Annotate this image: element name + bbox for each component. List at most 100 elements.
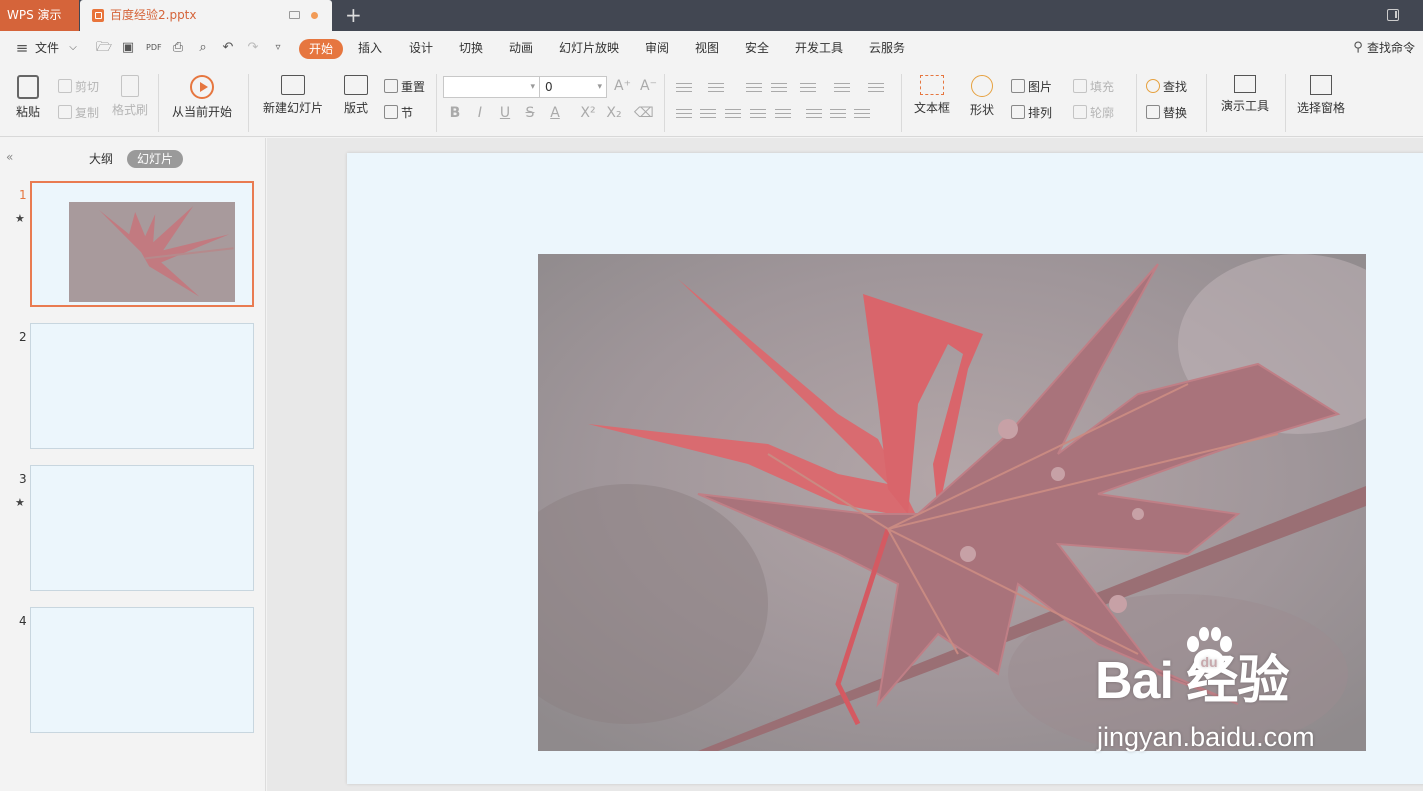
smart-art-icon[interactable] xyxy=(868,80,884,94)
reset-icon xyxy=(384,79,398,93)
format-painter-button[interactable]: 格式刷 xyxy=(108,66,152,118)
slide-thumbnail-2[interactable] xyxy=(30,323,254,449)
text-box-button[interactable]: 文本框 xyxy=(909,66,955,116)
fill-button[interactable]: 填充 xyxy=(1073,78,1114,96)
numbering-icon[interactable] xyxy=(708,80,724,94)
tab-outline[interactable]: 大纲 xyxy=(89,150,113,167)
outline-button[interactable]: 轮廓 xyxy=(1073,104,1114,122)
new-slide-button[interactable]: 新建幻灯片 xyxy=(257,66,329,116)
layout-button[interactable]: 版式 xyxy=(338,66,374,116)
monitor-icon xyxy=(1234,75,1256,93)
increase-indent-icon[interactable] xyxy=(771,80,787,94)
replace-icon xyxy=(1146,105,1160,119)
tab-developer[interactable]: 开发工具 xyxy=(795,31,843,66)
window-layout-icon[interactable] xyxy=(1387,9,1399,21)
cut-button[interactable]: 剪切 xyxy=(58,78,99,96)
tab-review[interactable]: 审阅 xyxy=(645,31,669,66)
selection-pane-button[interactable]: 选择窗格 xyxy=(1293,66,1349,116)
save-icon[interactable]: ▣ xyxy=(121,41,135,55)
screen-icon[interactable] xyxy=(289,11,300,19)
shape-icon xyxy=(971,75,993,97)
file-menu[interactable]: 文件 xyxy=(35,31,59,66)
print-icon[interactable]: ⎙ xyxy=(171,41,185,55)
presentation-tools-button[interactable]: 演示工具 xyxy=(1214,66,1276,114)
paragraph-spacing-icon[interactable] xyxy=(830,106,846,120)
slide-thumbnail-4[interactable] xyxy=(30,607,254,733)
slide-thumbnail-3[interactable] xyxy=(30,465,254,591)
font-color-icon[interactable]: A xyxy=(547,105,563,121)
tab-animation[interactable]: 动画 xyxy=(509,31,533,66)
slide-thumbnail-1[interactable] xyxy=(30,181,254,307)
increase-font-icon[interactable]: A⁺ xyxy=(614,78,631,94)
slide-number: 2 xyxy=(19,330,27,344)
superscript-icon[interactable]: X² xyxy=(580,105,596,121)
subscript-icon[interactable]: X₂ xyxy=(606,105,622,121)
chevron-down-icon[interactable]: ⌵ xyxy=(66,41,80,55)
text-direction-icon[interactable] xyxy=(800,80,816,94)
decrease-font-icon[interactable]: A⁻ xyxy=(640,78,657,94)
search-icon[interactable]: ⚲ xyxy=(1351,41,1365,55)
tab-view[interactable]: 视图 xyxy=(695,31,719,66)
ribbon-separator xyxy=(664,74,665,132)
bullets-icon[interactable] xyxy=(676,80,692,94)
export-pdf-icon[interactable]: PDF xyxy=(146,41,162,55)
tab-transitions[interactable]: 切换 xyxy=(459,31,483,66)
reset-button[interactable]: 重置 xyxy=(384,78,425,96)
fill-bucket-icon xyxy=(1073,79,1087,93)
tab-cloud-services[interactable]: 云服务 xyxy=(869,31,905,66)
slide-thumbnail-panel: « 大纲 幻灯片 1 ★ 2 3 ★ 4 xyxy=(0,138,266,791)
tab-security[interactable]: 安全 xyxy=(745,31,769,66)
layout-icon xyxy=(344,75,368,95)
document-tab[interactable]: 百度经验2.pptx xyxy=(80,0,332,31)
presentation-file-icon xyxy=(92,9,104,22)
tab-insert[interactable]: 插入 xyxy=(358,31,382,66)
align-left-icon[interactable] xyxy=(676,106,692,120)
tab-start[interactable]: 开始 xyxy=(299,39,343,59)
copy-button[interactable]: 复制 xyxy=(58,104,99,122)
replace-button[interactable]: 替换 xyxy=(1146,104,1187,122)
align-text-icon[interactable] xyxy=(834,80,850,94)
new-tab-button[interactable]: + xyxy=(345,3,362,27)
redo-icon[interactable]: ↷ xyxy=(246,41,260,55)
distribute-icon[interactable] xyxy=(775,106,791,120)
clipboard-icon xyxy=(17,75,39,99)
align-center-icon[interactable] xyxy=(700,106,716,120)
start-from-current-button[interactable]: 从当前开始 xyxy=(166,66,238,120)
undo-icon[interactable]: ↶ xyxy=(221,41,235,55)
tab-slides[interactable]: 幻灯片 xyxy=(127,150,183,168)
current-slide[interactable]: Bai 经验 du jingyan.baidu.com xyxy=(347,153,1423,784)
open-folder-icon[interactable]: 🗁 xyxy=(96,41,112,55)
print-preview-icon[interactable]: ⌕ xyxy=(196,41,210,55)
paintbrush-icon xyxy=(121,75,139,97)
ribbon-toolbar: 粘贴 剪切 复制 格式刷 从当前开始 新建幻灯片 版式 重置 节 0 A⁺ A⁻… xyxy=(0,66,1423,137)
arrange-button[interactable]: 排列 xyxy=(1011,104,1052,122)
align-right-icon[interactable] xyxy=(725,106,741,120)
bold-icon[interactable]: B xyxy=(447,105,463,121)
justify-icon[interactable] xyxy=(750,106,766,120)
title-bar: WPS 演示 百度经验2.pptx + xyxy=(0,0,1423,31)
search-command[interactable]: 查找命令 xyxy=(1367,31,1415,66)
collapse-panel-icon[interactable]: « xyxy=(6,150,13,164)
font-name-combo[interactable] xyxy=(443,76,540,98)
font-size-combo[interactable]: 0 xyxy=(539,76,607,98)
tab-design[interactable]: 设计 xyxy=(409,31,433,66)
underline-icon[interactable]: U xyxy=(497,105,513,121)
customize-toolbar-icon[interactable]: ▿ xyxy=(271,41,285,55)
picture-button[interactable]: 图片 xyxy=(1011,78,1052,96)
paste-button[interactable]: 粘贴 xyxy=(8,66,48,120)
decrease-indent-icon[interactable] xyxy=(746,80,762,94)
section-button[interactable]: 节 xyxy=(384,104,413,122)
clear-format-icon[interactable]: ⌫ xyxy=(634,105,654,121)
column-icon[interactable] xyxy=(854,106,870,120)
animation-star-icon: ★ xyxy=(15,212,25,225)
slide-number: 1 xyxy=(19,188,27,202)
italic-icon[interactable]: I xyxy=(472,105,488,121)
app-tab[interactable]: WPS 演示 xyxy=(0,0,79,31)
tab-slideshow[interactable]: 幻灯片放映 xyxy=(559,31,619,66)
find-button[interactable]: 查找 xyxy=(1146,78,1187,96)
strikethrough-icon[interactable]: S xyxy=(522,105,538,121)
baidu-paw-logo-icon: du xyxy=(1187,627,1232,673)
shape-button[interactable]: 形状 xyxy=(964,66,1000,118)
hamburger-icon[interactable]: ≡ xyxy=(15,41,29,56)
line-spacing-icon[interactable] xyxy=(806,106,822,120)
